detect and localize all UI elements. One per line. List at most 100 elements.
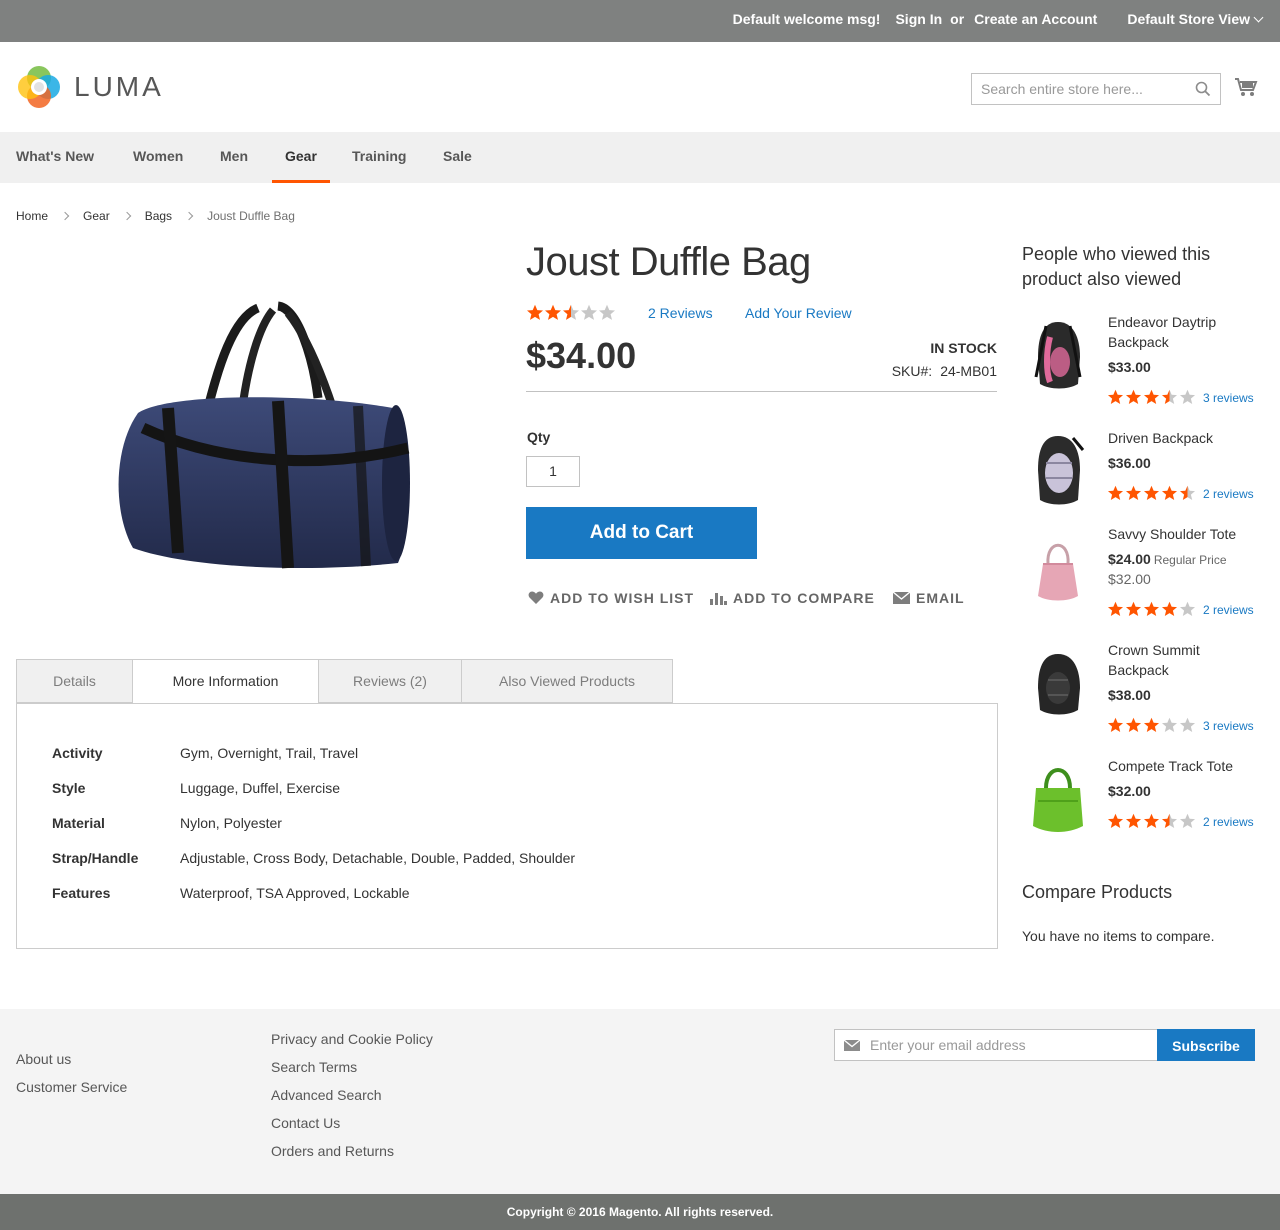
spec-key: Strap/Handle	[52, 850, 139, 866]
nav-item-women[interactable]: Women	[133, 132, 183, 183]
item-price: $36.00	[1108, 455, 1151, 471]
item-name[interactable]: Driven Backpack	[1108, 428, 1248, 448]
star-icon	[1179, 601, 1196, 616]
add-to-cart-button[interactable]: Add to Cart	[526, 507, 757, 559]
breadcrumb-home[interactable]: Home	[16, 209, 48, 223]
spec-key: Activity	[52, 745, 103, 761]
product-image[interactable]	[108, 298, 418, 578]
store-logo[interactable]: LUMA	[16, 64, 164, 110]
item-reviews-link[interactable]: 2 reviews	[1203, 487, 1254, 501]
store-view-switcher[interactable]: Default Store View	[1112, 11, 1264, 27]
star-icon	[1143, 717, 1160, 732]
wishlist-label: ADD TO WISH LIST	[550, 590, 695, 606]
create-account-link[interactable]: Create an Account	[974, 11, 1097, 27]
luma-logo-icon	[18, 66, 60, 108]
footer-link-privacy[interactable]: Privacy and Cookie Policy	[271, 1031, 433, 1047]
product-title: Joust Duffle Bag	[526, 240, 811, 284]
spec-value: Adjustable, Cross Body, Detachable, Doub…	[180, 850, 576, 866]
main-navigation: What's New Women Men Gear Training Sale	[0, 132, 1280, 183]
breadcrumb: Home Gear Bags Joust Duffle Bag	[16, 209, 295, 223]
item-name[interactable]: Compete Track Tote	[1108, 756, 1248, 776]
chevron-right-icon	[122, 211, 131, 221]
product-tabs: Details More Information Reviews (2) Als…	[16, 659, 998, 704]
sku-label: SKU#:	[891, 363, 933, 379]
breadcrumb-gear[interactable]: Gear	[83, 209, 110, 223]
item-reviews-link[interactable]: 2 reviews	[1203, 815, 1254, 829]
footer-link-search-terms[interactable]: Search Terms	[271, 1059, 357, 1075]
star-icon	[1107, 601, 1124, 616]
more-information-panel: Activity Gym, Overnight, Trail, Travel St…	[16, 703, 998, 949]
star-icon	[1161, 485, 1178, 500]
item-price-row: $24.00 Regular Price	[1108, 551, 1227, 567]
star-icon	[1125, 717, 1142, 732]
tab-reviews[interactable]: Reviews (2)	[318, 659, 462, 703]
product-thumbnail[interactable]	[1028, 756, 1088, 841]
nav-item-men[interactable]: Men	[220, 132, 248, 183]
store-view-label: Default Store View	[1127, 11, 1250, 27]
spec-value: Luggage, Duffel, Exercise	[180, 780, 341, 796]
subscribe-button[interactable]: Subscribe	[1157, 1029, 1255, 1061]
product-thumbnail[interactable]	[1028, 524, 1088, 609]
qty-input[interactable]: 1	[526, 456, 580, 487]
star-icon	[1125, 389, 1142, 404]
nav-item-training[interactable]: Training	[352, 132, 406, 183]
item-rating	[1107, 485, 1197, 501]
star-icon	[1107, 389, 1124, 404]
item-reviews-link[interactable]: 3 reviews	[1203, 391, 1254, 405]
item-name[interactable]: Crown Summit Backpack	[1108, 640, 1248, 680]
product-thumbnail[interactable]	[1028, 640, 1088, 725]
nav-item-sale[interactable]: Sale	[443, 132, 472, 183]
envelope-icon	[844, 1040, 860, 1051]
envelope-icon	[893, 592, 910, 604]
product-sku: SKU#: 24-MB01	[892, 363, 997, 379]
compare-empty-message: You have no items to compare.	[1022, 928, 1215, 944]
footer-link-advanced-search[interactable]: Advanced Search	[271, 1087, 382, 1103]
copyright: Copyright © 2016 Magento. All rights res…	[0, 1194, 1280, 1230]
logo-text: LUMA	[74, 71, 164, 102]
compare-label: ADD TO COMPARE	[733, 590, 875, 606]
item-old-price: $32.00	[1108, 571, 1151, 587]
add-to-wishlist-link[interactable]: ADD TO WISH LIST	[528, 590, 694, 606]
nav-item-gear[interactable]: Gear	[285, 132, 317, 183]
email-link[interactable]: EMAIL	[893, 590, 965, 606]
item-reviews-link[interactable]: 2 reviews	[1203, 603, 1254, 617]
cart-icon[interactable]	[1234, 76, 1258, 98]
sku-value: 24-MB01	[940, 363, 997, 379]
nav-item-whats-new[interactable]: What's New	[16, 132, 94, 183]
spec-value: Nylon, Polyester	[180, 815, 282, 831]
star-icon	[1107, 485, 1124, 500]
item-reviews-link[interactable]: 3 reviews	[1203, 719, 1254, 733]
reviews-link[interactable]: 2 Reviews	[648, 305, 713, 321]
star-icon	[1143, 813, 1160, 828]
star-icon	[599, 304, 615, 320]
footer-link-about-us[interactable]: About us	[16, 1051, 71, 1067]
tab-details[interactable]: Details	[16, 659, 133, 703]
tab-also-viewed[interactable]: Also Viewed Products	[461, 659, 673, 703]
welcome-message: Default welcome msg!	[732, 11, 881, 27]
item-name[interactable]: Savvy Shoulder Tote	[1108, 524, 1248, 544]
compare-products-title: Compare Products	[1022, 882, 1173, 902]
email-label: EMAIL	[916, 590, 965, 606]
product-thumbnail[interactable]	[1028, 312, 1088, 397]
add-review-link[interactable]: Add Your Review	[745, 305, 852, 321]
footer-link-orders-returns[interactable]: Orders and Returns	[271, 1143, 394, 1159]
newsletter-email-input[interactable]	[870, 1030, 1150, 1060]
footer-link-customer-service[interactable]: Customer Service	[16, 1079, 127, 1095]
spec-key: Material	[52, 815, 105, 831]
star-icon	[1143, 601, 1160, 616]
search-input[interactable]	[972, 74, 1182, 104]
item-rating	[1107, 389, 1197, 405]
spec-row: Activity Gym, Overnight, Trail, Travel	[52, 745, 358, 761]
tab-more-information[interactable]: More Information	[132, 659, 319, 704]
item-name[interactable]: Endeavor Daytrip Backpack	[1108, 312, 1248, 352]
star-icon	[1179, 389, 1196, 404]
add-to-compare-link[interactable]: ADD TO COMPARE	[710, 590, 875, 606]
footer-link-contact-us[interactable]: Contact Us	[271, 1115, 340, 1131]
compare-icon	[710, 593, 727, 605]
breadcrumb-bags[interactable]: Bags	[145, 209, 172, 223]
sign-in-link[interactable]: Sign In	[895, 11, 942, 27]
product-thumbnail[interactable]	[1028, 428, 1088, 513]
star-icon	[1125, 601, 1142, 616]
star-icon	[527, 304, 543, 320]
search-icon[interactable]	[1195, 81, 1211, 97]
